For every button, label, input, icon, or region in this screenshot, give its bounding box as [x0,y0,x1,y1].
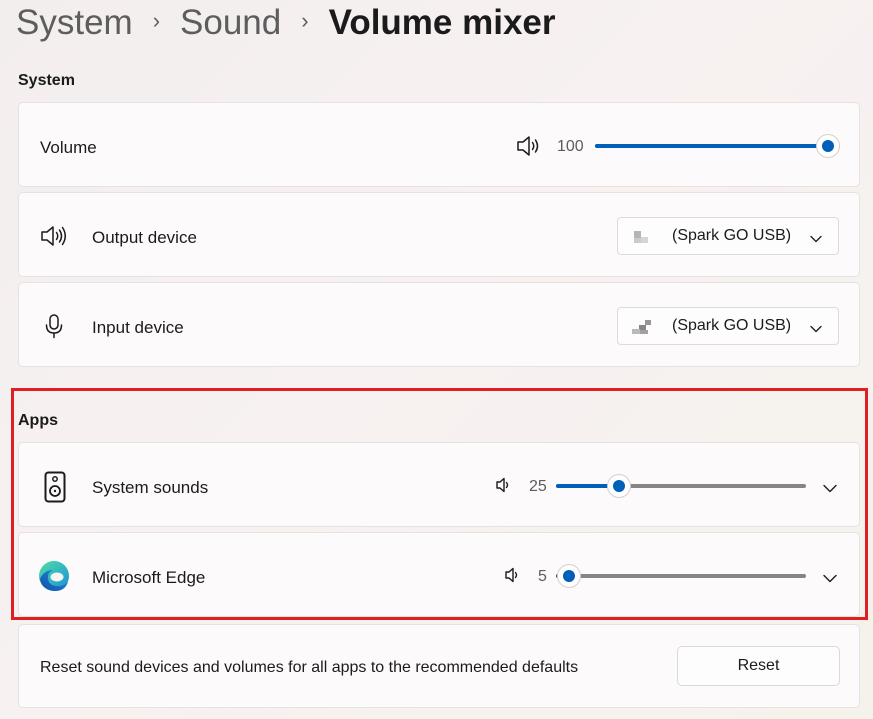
volume-value: 100 [557,138,584,155]
chevron-right-icon: › [152,8,161,33]
chevron-right-icon: › [301,8,309,33]
speaker-icon [39,224,69,248]
device-icon [632,317,652,337]
output-device-value: (Spark GO USB) [672,227,792,244]
reset-description: Reset sound devices and volumes for all … [40,659,579,676]
page-title: Volume mixer [328,3,556,42]
section-title-system: System [18,72,75,89]
chevron-down-icon [810,320,822,338]
slider-thumb[interactable] [817,135,839,157]
input-device-card: Input device (Spark GO USB) [18,282,860,367]
slider-fill [595,144,828,148]
input-device-dropdown[interactable]: (Spark GO USB) [617,307,839,345]
output-device-dropdown[interactable]: (Spark GO USB) [617,217,839,255]
input-device-label: Input device [92,318,184,337]
breadcrumb: System › Sound › Volume mixer [16,0,556,46]
volume-card: Volume 100 [18,102,860,187]
breadcrumb-sound[interactable]: Sound [180,3,281,43]
input-device-value: (Spark GO USB) [672,317,792,334]
microphone-icon [44,313,64,339]
output-device-card: Output device (Spark GO USB) [18,192,860,277]
device-icon [632,227,652,247]
highlight-box [11,388,868,620]
chevron-down-icon [810,230,822,248]
output-device-label: Output device [92,228,197,247]
reset-button[interactable]: Reset [677,646,840,686]
breadcrumb-system[interactable]: System [16,3,133,43]
speaker-icon[interactable] [515,134,543,158]
volume-label: Volume [40,138,97,157]
